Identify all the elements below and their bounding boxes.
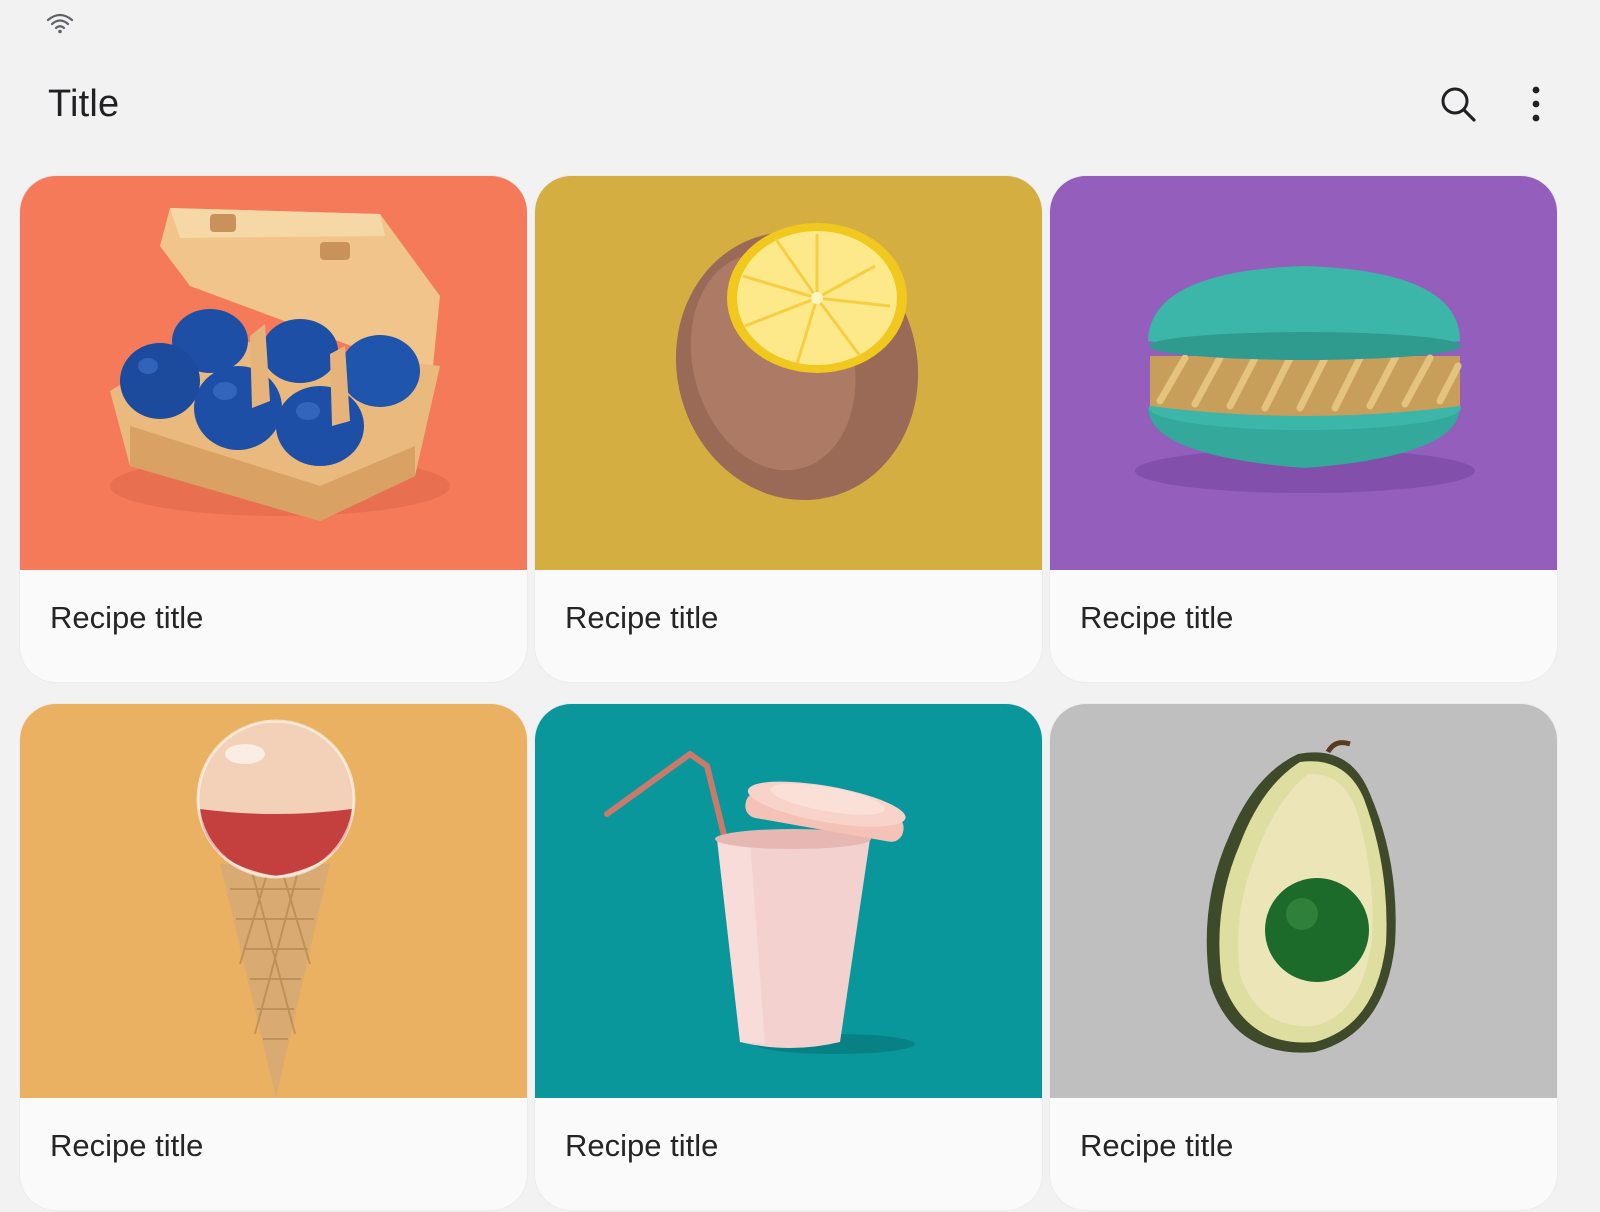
page-title: Title — [48, 83, 120, 125]
app-bar: Title — [0, 60, 1600, 148]
recipe-card[interactable]: Recipe title — [1050, 176, 1557, 682]
recipe-title: Recipe title — [1080, 600, 1234, 635]
macaron-image — [1050, 176, 1557, 570]
recipe-title: Recipe title — [50, 1128, 204, 1163]
egg-carton-image — [20, 176, 527, 570]
avocado-image — [1050, 704, 1557, 1098]
recipe-card[interactable]: Recipe title — [20, 704, 527, 1210]
recipe-title: Recipe title — [565, 1128, 719, 1163]
recipe-title: Recipe title — [565, 600, 719, 635]
recipe-card[interactable]: Recipe title — [20, 176, 527, 682]
recipe-card[interactable]: Recipe title — [1050, 704, 1557, 1210]
ice-cream-cone-image — [20, 704, 527, 1098]
lemon-image — [535, 176, 1042, 570]
search-icon — [1441, 87, 1476, 122]
recipe-card[interactable]: Recipe title — [535, 704, 1042, 1210]
more-vert-icon — [1532, 86, 1540, 122]
status-bar — [0, 0, 1600, 48]
wifi-icon — [46, 13, 74, 34]
more-options-button[interactable] — [1504, 72, 1568, 136]
search-button[interactable] — [1426, 72, 1490, 136]
recipe-title: Recipe title — [50, 600, 204, 635]
cup-with-straw-image — [535, 704, 1042, 1098]
recipe-card[interactable]: Recipe title — [535, 176, 1042, 682]
recipe-title: Recipe title — [1080, 1128, 1234, 1163]
